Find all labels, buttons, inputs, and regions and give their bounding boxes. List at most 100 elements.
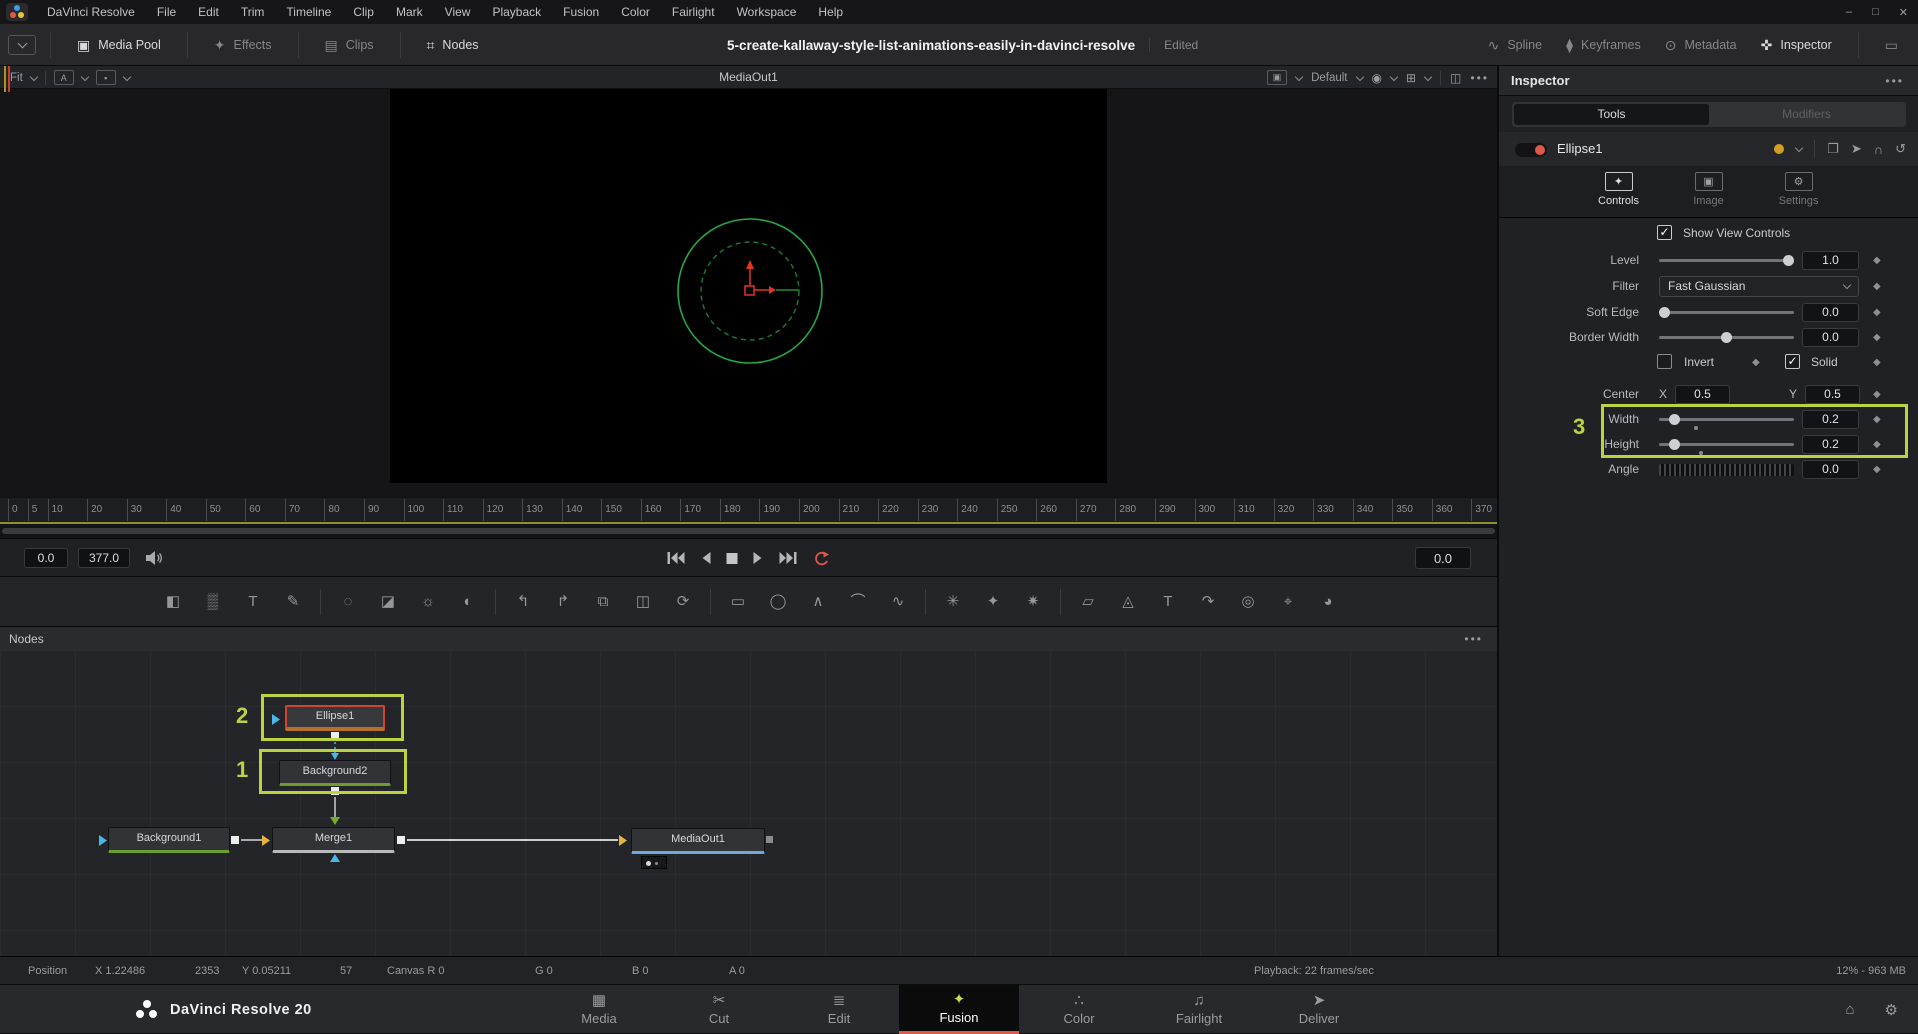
center-y-field[interactable]: 0.5 (1805, 385, 1860, 404)
go-to-end-button[interactable] (779, 552, 796, 564)
camera-3d-icon[interactable]: ◎ (1235, 589, 1261, 615)
nodes-panel-menu[interactable]: ••• (1464, 627, 1483, 651)
minimize-button[interactable]: – (1846, 6, 1852, 18)
loader-icon[interactable]: ↰ (510, 589, 536, 615)
clips-button[interactable]: ▤ Clips (313, 37, 386, 54)
level-value-field[interactable]: 1.0 (1802, 251, 1859, 270)
angle-thumbwheel[interactable] (1659, 464, 1794, 476)
invert-keyframe-icon[interactable]: ◆ (1752, 350, 1760, 375)
menu-item[interactable]: Trim (230, 0, 276, 24)
merge-icon[interactable]: ⧉ (590, 589, 616, 615)
inspector-button[interactable]: ✜ Inspector (1749, 37, 1844, 54)
pin-icon[interactable]: ➤ (1851, 141, 1862, 157)
menu-item[interactable]: Fusion (552, 0, 610, 24)
playback-speed-field[interactable]: 0.0 (1415, 547, 1471, 569)
node-enable-toggle[interactable] (1515, 143, 1547, 157)
page-fairlight[interactable]: ♫ Fairlight (1139, 985, 1259, 1034)
color-channel-button[interactable]: ▪ (96, 70, 116, 85)
lock-icon[interactable]: ∩ (1874, 142, 1883, 157)
metadata-button[interactable]: ⊙ Metadata (1653, 37, 1749, 54)
playhead[interactable] (8, 66, 10, 92)
hue-curves-icon[interactable]: ◐ (455, 589, 481, 615)
go-to-start-button[interactable] (667, 552, 684, 564)
dual-monitor-button[interactable]: ▭ (1873, 37, 1910, 54)
tab-modifiers[interactable]: Modifiers (1709, 104, 1904, 125)
fast-noise-icon[interactable]: ▒ (200, 589, 226, 615)
polygon-icon[interactable]: ∧ (805, 589, 831, 615)
menu-item[interactable]: File (146, 0, 187, 24)
menu-item[interactable]: DaVinci Resolve (36, 0, 146, 24)
menu-item[interactable]: Timeline (275, 0, 342, 24)
lut-icon[interactable]: ◪ (375, 589, 401, 615)
panel-toggle-button[interactable] (8, 35, 36, 55)
border-width-value-field[interactable]: 0.0 (1802, 328, 1859, 347)
menu-item[interactable]: Mark (385, 0, 434, 24)
node-merge1[interactable]: Merge1 (272, 827, 395, 853)
reset-icon[interactable]: ↺ (1895, 141, 1906, 157)
page-media[interactable]: ▦ Media (539, 985, 659, 1034)
viewer-canvas[interactable] (0, 89, 1497, 498)
spline-button[interactable]: ∿ Spline (1476, 37, 1554, 54)
current-frame-field[interactable]: 0.0 (24, 548, 68, 568)
solid-keyframe-icon[interactable]: ◆ (1873, 350, 1881, 375)
color-corrector-icon[interactable]: ☼ (415, 589, 441, 615)
filter-keyframe-icon[interactable]: ◆ (1873, 274, 1881, 299)
angle-value-field[interactable]: 0.0 (1802, 460, 1859, 479)
timeline-scrollbar[interactable] (0, 524, 1497, 538)
renderer-3d-icon[interactable]: ◕ (1315, 589, 1341, 615)
menu-item[interactable]: Help (807, 0, 854, 24)
shape-3d-icon[interactable]: ◬ (1115, 589, 1141, 615)
subtab-image[interactable]: ▣ Image (1677, 166, 1741, 217)
stop-button[interactable] (726, 553, 737, 564)
media-pool-button[interactable]: ▣ Media Pool (65, 37, 173, 54)
pemitter-icon[interactable]: ✳ (940, 589, 966, 615)
timeline-ruler[interactable]: 0510203040506070809010011012013014015016… (0, 498, 1497, 524)
background-icon[interactable]: ◧ (160, 589, 186, 615)
duration-field[interactable]: 377.0 (78, 548, 130, 568)
channel-a-button[interactable]: A (54, 70, 74, 85)
spline-shape-icon[interactable]: ∿ (885, 589, 911, 615)
show-view-controls-checkbox[interactable]: ✓ (1657, 225, 1672, 240)
page-color[interactable]: ∴ Color (1019, 985, 1139, 1034)
node-background1[interactable]: Background1 (108, 827, 230, 853)
viewer-options-menu[interactable]: ••• (1470, 71, 1489, 85)
page-fusion[interactable]: ✦ Fusion (899, 985, 1019, 1034)
viewer-frame[interactable] (390, 89, 1107, 483)
loop-button[interactable] (812, 551, 830, 566)
menu-item[interactable]: Clip (342, 0, 385, 24)
single-view-button[interactable]: ▣ (1267, 70, 1287, 85)
layout-preset-dropdown[interactable]: Default (1311, 72, 1347, 84)
tab-tools[interactable]: Tools (1514, 104, 1709, 125)
merge-3d-icon[interactable]: ↷ (1195, 589, 1221, 615)
subtab-controls[interactable]: ✦ Controls (1587, 166, 1651, 217)
step-back-button[interactable] (700, 552, 710, 564)
node-color-dot[interactable] (1774, 144, 1784, 154)
pmerge-icon[interactable]: ✦ (980, 589, 1006, 615)
filter-dropdown[interactable]: Fast Gaussian (1659, 276, 1859, 297)
solid-checkbox[interactable]: ✓ (1785, 354, 1800, 369)
node-mediaout1[interactable]: MediaOut1 (631, 828, 765, 854)
menu-item[interactable]: View (434, 0, 482, 24)
effects-button[interactable]: ✦ Effects (202, 37, 284, 54)
matte-control-icon[interactable]: ◫ (630, 589, 656, 615)
menu-item[interactable]: Color (610, 0, 661, 24)
prender-icon[interactable]: ✷ (1020, 589, 1046, 615)
saver-icon[interactable]: ↱ (550, 589, 576, 615)
particles-icon[interactable]: ◌ (335, 589, 361, 615)
text-3d-icon[interactable]: T (1155, 589, 1181, 615)
grid-icon[interactable]: ⊞ (1406, 71, 1416, 85)
gear-icon[interactable]: ⚙ (1885, 1001, 1898, 1019)
border-width-keyframe-icon[interactable]: ◆ (1873, 325, 1881, 350)
ellipse-icon[interactable]: ◯ (765, 589, 791, 615)
node-background2[interactable]: Background2 (279, 760, 391, 786)
color-controls-icon[interactable]: ◉ (1372, 71, 1382, 85)
menu-item[interactable]: Workspace (726, 0, 808, 24)
image-plane-3d-icon[interactable]: ▱ (1075, 589, 1101, 615)
keyframes-button[interactable]: ⧫ Keyframes (1554, 37, 1653, 54)
spot-light-3d-icon[interactable]: ⌖ (1275, 589, 1301, 615)
node-thumbnail-toggle[interactable] (641, 856, 667, 869)
ellipse-view-control[interactable] (390, 89, 1107, 483)
menu-item[interactable]: Playback (481, 0, 552, 24)
dual-viewer-icon[interactable]: ◫ (1450, 71, 1461, 85)
level-slider[interactable] (1659, 259, 1794, 262)
